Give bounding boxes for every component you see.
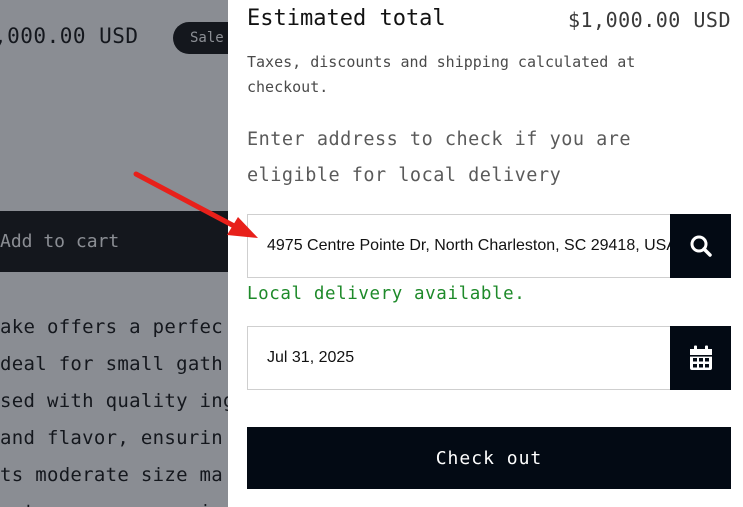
estimated-total-label: Estimated total <box>247 6 446 31</box>
address-search-button[interactable] <box>670 214 731 278</box>
tax-note: Taxes, discounts and shipping calculated… <box>247 53 636 96</box>
checkout-button[interactable]: Check out <box>247 427 731 489</box>
search-icon <box>690 235 712 257</box>
address-field <box>247 214 731 278</box>
estimated-total-value: $1,000.00 USD <box>567 8 731 32</box>
date-field <box>247 326 731 390</box>
calendar-icon <box>689 345 712 370</box>
delivery-status: Local delivery available. <box>247 284 526 304</box>
drawer-overlay[interactable] <box>0 0 228 507</box>
address-prompt: Enter address to check if you are eligib… <box>247 129 632 186</box>
cart-drawer: Estimated total $1,000.00 USD Taxes, dis… <box>228 0 743 507</box>
delivery-date-input[interactable] <box>248 327 671 389</box>
address-input[interactable] <box>248 215 671 277</box>
date-picker-button[interactable] <box>670 326 731 390</box>
